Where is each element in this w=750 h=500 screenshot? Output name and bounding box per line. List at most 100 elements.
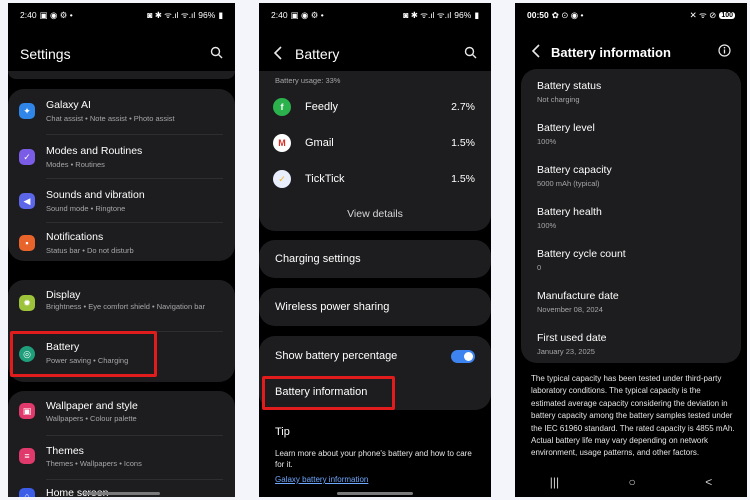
status-notification-icons: ▣ ◉ ⚙ • [290, 9, 324, 20]
previous-group-edge [8, 71, 235, 79]
wireless-power-sharing-label: Wireless power sharing [275, 301, 390, 313]
battery-usage-card: Battery usage: 33% f Feedly 2.7% M Gmail… [259, 71, 491, 231]
info-item-battery-health: Battery health 100% [521, 195, 741, 237]
item-title: Wallpaper and style [46, 400, 138, 412]
info-title: Battery level [537, 122, 595, 134]
info-title: Battery capacity [537, 164, 612, 176]
info-title: First used date [537, 332, 607, 344]
settings-item-sounds-and-vibration[interactable]: ◀ Sounds and vibration Sound mode • Ring… [8, 179, 235, 222]
page-title: Settings [20, 46, 71, 62]
settings-item-notifications[interactable]: ▪ Notifications Status bar • Do not dist… [8, 223, 235, 261]
ai-icon: ✦ [19, 103, 35, 119]
info-value: 0 [537, 263, 542, 272]
app-name: Feedly [305, 101, 339, 113]
info-item-battery-capacity: Battery capacity 5000 mAh (typical) [521, 153, 741, 195]
item-subtitle: Themes • Wallpapers • Icons [46, 459, 142, 468]
page-title: Battery [295, 46, 340, 62]
status-battery-level: 96% [198, 10, 216, 20]
info-item-battery-cycle-count: Battery cycle count 0 [521, 237, 741, 279]
item-title: Themes [46, 445, 84, 457]
settings-screen: 2:40 ▣ ◉ ⚙ • ◙ ✱ ᯤ.ıl ᯤ.ıl 96% ▮ Setting… [8, 3, 235, 497]
app-usage-row-feedly[interactable]: f Feedly 2.7% [259, 89, 491, 125]
back-arrow-icon[interactable] [273, 45, 283, 63]
gesture-bar[interactable] [337, 492, 413, 495]
feedly-icon: f [273, 98, 291, 116]
status-time: 00:50 [527, 10, 549, 20]
navigation-bar: ||| ○ < [515, 467, 747, 497]
item-title: Sounds and vibration [46, 189, 145, 201]
search-icon[interactable] [210, 46, 223, 62]
app-usage-row-gmail[interactable]: M Gmail 1.5% [259, 125, 491, 161]
search-icon[interactable] [464, 46, 477, 62]
gesture-bar[interactable] [83, 492, 160, 495]
header: Battery information [515, 41, 747, 63]
status-battery-level: 100 [719, 11, 735, 19]
settings-item-display[interactable]: ✹ Display Brightness • Eye comfort shiel… [8, 280, 235, 330]
settings-item-themes[interactable]: ≡ Themes Themes • Wallpapers • Icons [8, 436, 235, 478]
app-usage-percent: 2.7% [451, 101, 475, 113]
info-value: Not charging [537, 95, 580, 104]
info-value: January 23, 2025 [537, 347, 595, 356]
battery-percentage-toggle[interactable] [451, 350, 475, 363]
recents-button[interactable]: ||| [550, 475, 559, 489]
battery-screen: 2:40 ▣ ◉ ⚙ • ◙ ✱ ᯤ.ıl ᯤ.ıl 96% ▮ Battery… [259, 3, 491, 497]
app-name: Gmail [305, 137, 334, 149]
wireless-power-sharing-card[interactable]: Wireless power sharing [259, 288, 491, 326]
info-value: 100% [537, 137, 557, 146]
item-subtitle: Sound mode • Ringtone [46, 204, 126, 213]
galaxy-battery-information-link[interactable]: Galaxy battery information [275, 475, 368, 484]
info-item-first-used-date: First used date January 23, 2025 [521, 321, 741, 363]
header: Settings [8, 43, 235, 65]
battery-info-card: Battery status Not charging Battery leve… [521, 69, 741, 363]
home-icon: ⌂ [19, 488, 35, 497]
status-notification-icons: ✿ ⊙ ◉ • [551, 9, 584, 20]
battery-status-icon: ▮ [474, 9, 479, 20]
settings-item-galaxy-ai[interactable]: ✦ Galaxy AI Chat assist • Note assist • … [8, 89, 235, 132]
charging-settings-card[interactable]: Charging settings [259, 240, 491, 278]
status-time: 2:40 [271, 10, 288, 20]
info-title: Battery health [537, 206, 602, 218]
back-arrow-icon[interactable] [531, 43, 541, 61]
info-value: November 08, 2024 [537, 305, 603, 314]
show-battery-percentage-label: Show battery percentage [275, 350, 398, 362]
ticktick-icon: ✓ [273, 170, 291, 188]
item-title: Galaxy AI [46, 99, 91, 111]
info-icon[interactable] [718, 44, 731, 60]
sound-icon: ◀ [19, 193, 35, 209]
header: Battery [259, 43, 491, 65]
info-title: Battery status [537, 80, 602, 92]
app-name: TickTick [305, 173, 345, 185]
info-item-manufacture-date: Manufacture date November 08, 2024 [521, 279, 741, 321]
view-details-button[interactable]: View details [259, 208, 491, 220]
back-button[interactable]: < [705, 475, 712, 489]
tip-title: Tip [275, 426, 290, 438]
item-subtitle: Modes • Routines [46, 160, 105, 169]
modes-icon: ✓ [19, 149, 35, 165]
tip-text: Learn more about your phone's battery an… [275, 449, 472, 469]
show-battery-percentage-row[interactable]: Show battery percentage [259, 336, 491, 374]
settings-item-wallpaper-and-style[interactable]: ▣ Wallpaper and style Wallpapers • Colou… [8, 391, 235, 434]
app-usage-percent: 1.5% [451, 173, 475, 185]
home-button[interactable]: ○ [629, 475, 636, 489]
app-usage-percent: 1.5% [451, 137, 475, 149]
charging-settings-label: Charging settings [275, 253, 361, 265]
battery-status-icon: ▮ [218, 9, 223, 20]
status-signal-icons: ◙ ✱ ᯤ.ıl ᯤ.ıl [403, 9, 452, 20]
highlight-battery-information-box [262, 376, 395, 410]
info-value: 100% [537, 221, 557, 230]
status-signal-icons: ✕ ᯤ ⊘ [689, 9, 717, 20]
status-bar: 2:40 ▣ ◉ ⚙ • ◙ ✱ ᯤ.ıl ᯤ.ıl 96% ▮ [259, 3, 491, 27]
item-title: Notifications [46, 231, 104, 243]
settings-group-3: ▣ Wallpaper and style Wallpapers • Colou… [8, 391, 235, 497]
status-battery-level: 96% [454, 10, 472, 20]
status-notification-icons: ▣ ◉ ⚙ • [39, 9, 73, 20]
app-usage-row-ticktick[interactable]: ✓ TickTick 1.5% [259, 161, 491, 197]
info-title: Battery cycle count [537, 248, 626, 260]
item-title: Display [46, 289, 81, 301]
wallpaper-icon: ▣ [19, 403, 35, 419]
item-title: Modes and Routines [46, 145, 143, 157]
item-subtitle: Status bar • Do not disturb [46, 246, 134, 255]
capacity-disclaimer: The typical capacity has been tested und… [531, 374, 735, 458]
info-title: Manufacture date [537, 290, 619, 302]
settings-item-modes-and-routines[interactable]: ✓ Modes and Routines Modes • Routines [8, 135, 235, 178]
